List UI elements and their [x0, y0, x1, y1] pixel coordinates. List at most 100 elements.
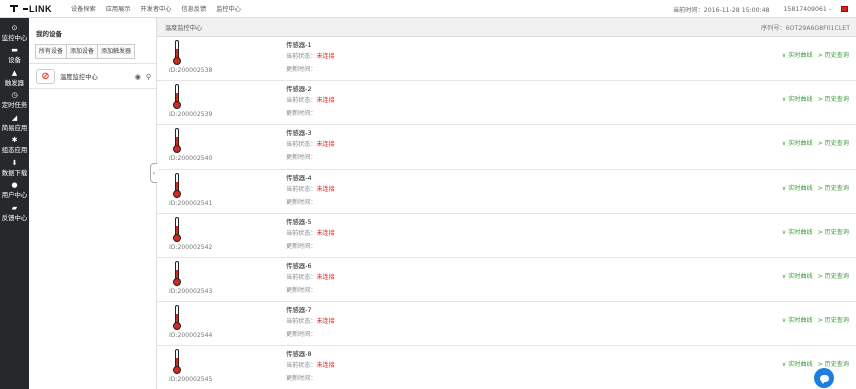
eye-icon[interactable]: ◉ [135, 73, 141, 81]
chat-button[interactable] [814, 368, 834, 388]
add-trigger-button[interactable]: 添加触发器 [98, 45, 135, 58]
history-query-link[interactable]: > 历史查询 [818, 273, 849, 280]
all-devices-button[interactable]: 所有设备 [36, 45, 68, 58]
thermometer-icon [173, 305, 181, 331]
status-badge: 未连接 [316, 141, 335, 149]
sensor-name: 传感器-3 [286, 129, 312, 138]
thermometer-icon [173, 349, 181, 375]
sensor-actions: ∨ 实时曲线 > 历史查询 [782, 227, 849, 236]
sensor-actions: ∨ 实时曲线 > 历史查询 [782, 315, 849, 324]
left-sidebar: ⊙ 监控中心 ▬ 设备 ▲ 触发器 ◷ 定时任务 ◢ 简易应用 ✱ 组态应用 ⬇… [0, 18, 29, 389]
serial-number: 序列号：6OT29A6G8F01CLET [761, 24, 850, 32]
sensor-row: ID:200002540 传感器-3 当前状态：未连接 更新时间： ∨ 实时曲线 > 历史… [157, 125, 856, 170]
sensor-row: ID:200002539 传感器-2 当前状态：未连接 更新时间： ∨ 实时曲线 > 历史… [157, 81, 856, 126]
status-label: 当前状态： [286, 141, 317, 149]
device-list-item[interactable]: ⊘ 温度监控中心 ◉ ⚲ [29, 65, 156, 89]
thermometer-icon [173, 172, 181, 199]
realtime-curve-link[interactable]: ∨ 实时曲线 [782, 273, 813, 280]
realtime-curve-link[interactable]: ∨ 实时曲线 [782, 185, 813, 192]
status-badge: 未连接 [316, 53, 335, 60]
top-bar: LINK 设备探索 应用展示 开发者中心 信息反馈 监控中心 当前时间：2016… [0, 0, 856, 18]
sensor-row: ID:200002541 传感器-4 当前状态：未连接 更新时间： ∨ 实时曲线 > 历史… [157, 170, 856, 214]
updated-label: 更新时间： [286, 286, 317, 294]
updated-label: 更新时间： [286, 154, 317, 162]
history-query-link[interactable]: > 历史查询 [818, 229, 849, 236]
sidebar-item-config-app[interactable]: ✱ 组态应用 [0, 135, 29, 158]
history-query-link[interactable]: > 历史查询 [818, 96, 849, 103]
sensor-id: ID:200002545 [169, 376, 213, 384]
thermometer-icon [173, 84, 181, 110]
user-icon: ● [11, 181, 18, 190]
sensor-id: ID:200002541 [169, 199, 213, 207]
add-device-button[interactable]: 添加设备 [67, 45, 99, 58]
sensor-id: ID:200002544 [169, 332, 213, 340]
nav-item-developer-center[interactable]: 开发者中心 [141, 4, 172, 13]
logo-text: LINK [29, 3, 52, 14]
sensor-row: ID:200002538 传感器-1 当前状态：未连接 更新时间： ∨ 实时曲线 > 历史… [157, 37, 856, 82]
sensor-list: ID:200002538 传感器-1 当前状态：未连接 更新时间： ∨ 实时曲线 > 历史… [157, 37, 856, 389]
sensor-name: 传感器-8 [286, 350, 312, 359]
sensor-name: 传感器-2 [286, 85, 312, 94]
sensor-status: 当前状态：未连接 [286, 95, 335, 104]
sidebar-item-monitor[interactable]: ⊙ 监控中心 [0, 22, 29, 45]
status-label: 当前状态： [286, 273, 317, 281]
history-query-link[interactable]: > 历史查询 [818, 140, 849, 147]
nav-item-monitor-center[interactable]: 监控中心 [216, 4, 241, 13]
history-query-link[interactable]: > 历史查询 [818, 52, 849, 59]
sidebar-item-timer[interactable]: ◷ 定时任务 [0, 90, 29, 113]
realtime-curve-link[interactable]: ∨ 实时曲线 [782, 229, 813, 236]
sidebar-item-label: 触发器 [4, 78, 25, 87]
sidebar-item-simple-app[interactable]: ◢ 简易应用 [0, 112, 29, 135]
status-badge: 未连接 [316, 97, 335, 105]
device-panel-title: 我的设备 [36, 30, 62, 38]
top-nav: 设备探索 应用展示 开发者中心 信息反馈 监控中心 [71, 4, 251, 13]
sidebar-item-download[interactable]: ⬇ 数据下载 [0, 157, 29, 180]
sensor-row: ID:200002545 传感器-8 当前状态：未连接 更新时间： ∨ 实时曲线 > 历史… [157, 346, 856, 389]
sensor-row: ID:200002544 传感器-7 当前状态：未连接 更新时间： ∨ 实时曲线 > 历史… [157, 302, 856, 347]
download-icon: ⬇ [11, 158, 18, 167]
history-query-link[interactable]: > 历史查询 [818, 317, 849, 324]
sensor-row: ID:200002543 传感器-6 当前状态：未连接 更新时间： ∨ 实时曲线 > 历史… [157, 258, 856, 303]
sidebar-item-device[interactable]: ▬ 设备 [0, 45, 29, 68]
thermometer-icon [173, 260, 181, 287]
sidebar-item-label: 用户中心 [1, 191, 28, 200]
device-icon: ▬ [11, 46, 18, 55]
status-label: 当前状态： [286, 185, 317, 193]
sidebar-item-label: 简易应用 [1, 123, 28, 132]
sensor-status: 当前状态：未连接 [286, 184, 335, 193]
status-badge: 未连接 [316, 362, 335, 370]
feedback-icon: ▰ [11, 203, 18, 212]
nav-item-app-showcase[interactable]: 应用展示 [106, 4, 131, 13]
nav-item-feedback[interactable]: 信息反馈 [181, 4, 206, 13]
search-icon[interactable]: ⚲ [146, 73, 151, 81]
realtime-curve-link[interactable]: ∨ 实时曲线 [782, 317, 813, 324]
sidebar-item-feedback[interactable]: ▰ 反馈中心 [0, 202, 29, 225]
sensor-actions: ∨ 实时曲线 > 历史查询 [782, 271, 849, 280]
thermometer-icon [173, 40, 181, 66]
nav-item-device-explore[interactable]: 设备探索 [71, 4, 96, 13]
updated-label: 更新时间： [286, 66, 317, 73]
user-menu[interactable]: 15817409061 - [783, 6, 831, 13]
updated-label: 更新时间： [286, 110, 317, 118]
sensor-actions: ∨ 实时曲线 > 历史查询 [782, 183, 849, 192]
app-icon: ◢ [11, 113, 18, 122]
sidebar-item-label: 定时任务 [1, 101, 28, 110]
realtime-curve-link[interactable]: ∨ 实时曲线 [782, 52, 813, 59]
realtime-curve-link[interactable]: ∨ 实时曲线 [782, 140, 813, 147]
history-query-link[interactable]: > 历史查询 [818, 185, 849, 192]
sidebar-item-trigger[interactable]: ▲ 触发器 [0, 67, 29, 90]
sensor-row: ID:200002542 传感器-5 当前状态：未连接 更新时间： ∨ 实时曲线 > 历史… [157, 214, 856, 258]
sidebar-item-label: 设备 [8, 56, 21, 65]
sidebar-item-label: 数据下载 [1, 168, 28, 177]
realtime-curve-link[interactable]: ∨ 实时曲线 [782, 96, 813, 103]
device-panel: 我的设备 所有设备 添加设备 添加触发器 ⊘ 温度监控中心 ◉ ⚲ [29, 18, 157, 389]
sidebar-item-user-center[interactable]: ● 用户中心 [0, 180, 29, 203]
realtime-curve-link[interactable]: ∨ 实时曲线 [782, 361, 813, 368]
updated-label: 更新时间： [286, 331, 317, 339]
china-flag-icon[interactable] [841, 6, 848, 12]
sensor-id: ID:200002538 [169, 67, 213, 74]
logo[interactable]: LINK [10, 4, 58, 14]
status-label: 当前状态： [286, 362, 317, 370]
sensor-actions: ∨ 实时曲线 > 历史查询 [782, 94, 849, 103]
sensor-id: ID:200002539 [169, 111, 213, 119]
